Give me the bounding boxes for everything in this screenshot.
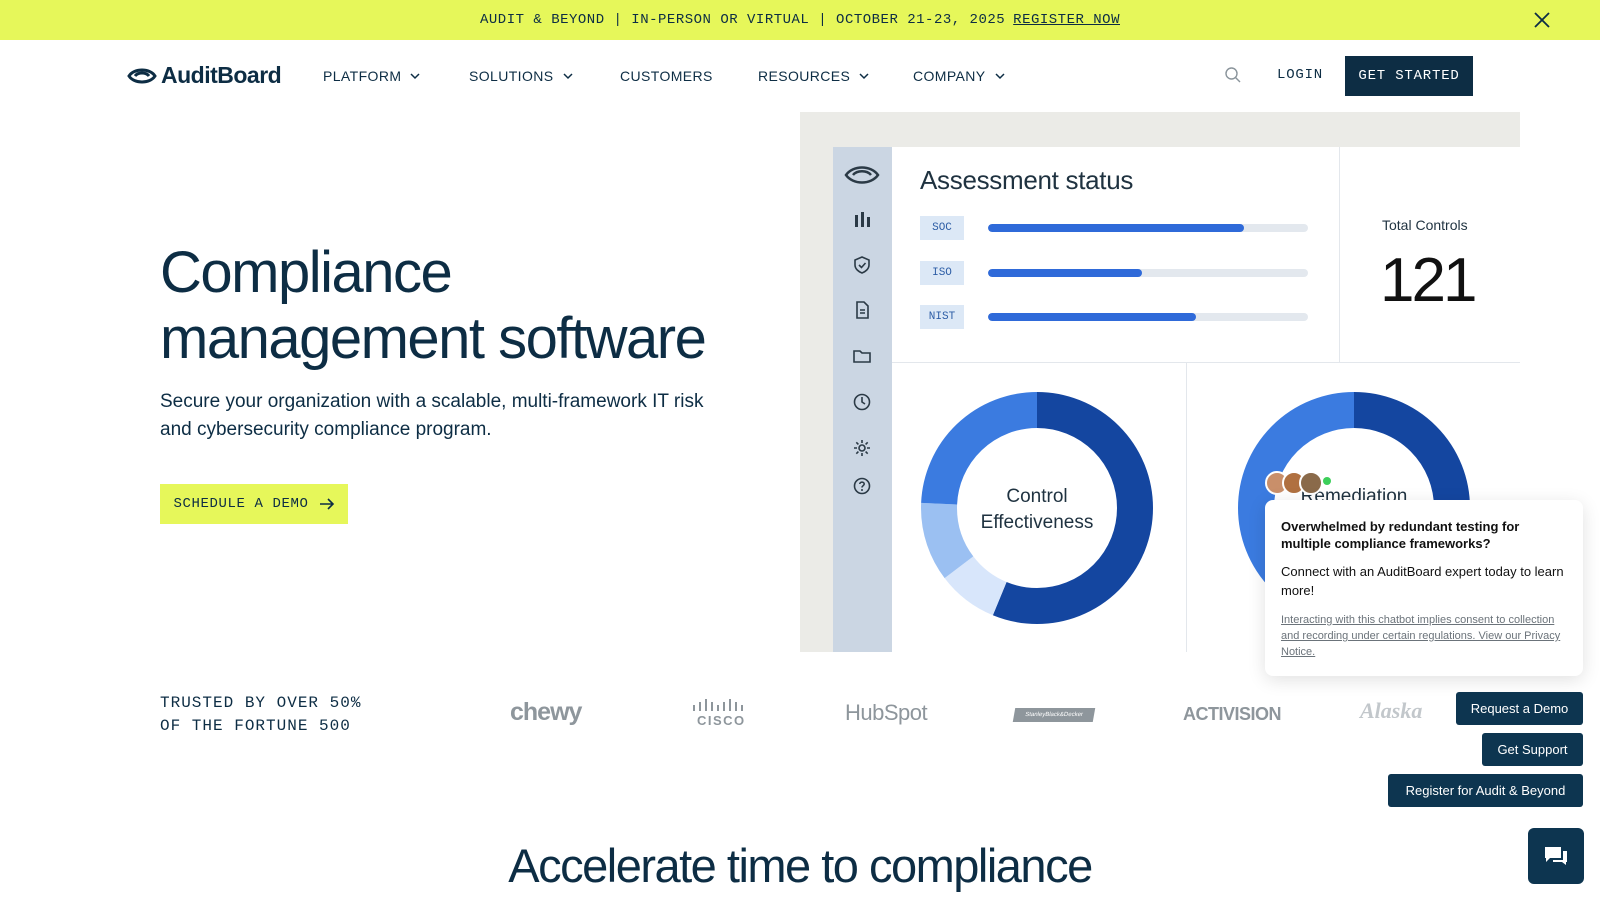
hero-title: Compliance management software (160, 240, 707, 372)
logo-stanley-black-decker: StanleyBlack&Decker (1012, 708, 1096, 722)
chat-answer: Connect with an AuditBoard expert today … (1281, 564, 1564, 598)
get-support-button[interactable]: Get Support (1482, 733, 1583, 766)
nav-solutions[interactable]: SOLUTIONS (469, 68, 574, 84)
nav-platform-label: PLATFORM (323, 68, 402, 84)
online-indicator (1323, 477, 1331, 485)
document-icon (856, 301, 869, 319)
logo-chewy: chewy (510, 698, 582, 726)
logo-cisco: CISCO (692, 698, 744, 730)
chat-question: Overwhelmed by redundant testing for mul… (1281, 519, 1520, 551)
chat-avatars (1265, 471, 1331, 497)
main-nav: AuditBoard PLATFORM SOLUTIONS CUSTOMERS … (0, 40, 1600, 112)
trusted-by-text: TRUSTED BY OVER 50% OF THE FORTUNE 500 (160, 692, 361, 738)
nav-company[interactable]: COMPANY (913, 68, 1006, 84)
bar-chart-icon (855, 212, 870, 227)
nav-customers-label: CUSTOMERS (620, 68, 713, 84)
banner-text: AUDIT & BEYOND | IN-PERSON OR VIRTUAL | … (479, 12, 1006, 28)
chevron-down-icon (562, 73, 573, 80)
progress-bar-nist (988, 313, 1308, 321)
logo-activision: ACTIVISION (1183, 704, 1282, 724)
progress-fill (988, 313, 1196, 321)
progress-bar-iso (988, 269, 1308, 277)
trusted-line2: OF THE FORTUNE 500 (160, 717, 351, 735)
schedule-demo-button[interactable]: SCHEDULE A DEMO (160, 484, 348, 524)
nav-company-label: COMPANY (913, 68, 986, 84)
logo-hubspot: HubSpot (845, 700, 928, 725)
section-heading: Accelerate time to compliance (508, 839, 1093, 892)
request-demo-button[interactable]: Request a Demo (1456, 692, 1583, 725)
divider (892, 362, 1520, 363)
framework-label-iso: ISO (920, 261, 964, 285)
control-effectiveness-label: Control Effectiveness (947, 484, 1127, 536)
nav-resources[interactable]: RESOURCES (758, 68, 870, 84)
nav-platform[interactable]: PLATFORM (323, 68, 421, 84)
announcement-banner: AUDIT & BEYOND | IN-PERSON OR VIRTUAL | … (0, 0, 1600, 40)
total-controls-label: Total Controls (1382, 217, 1468, 233)
help-icon (853, 477, 871, 495)
donut1-line1: Control (1006, 486, 1068, 507)
privacy-notice-link[interactable]: Interacting with this chatbot implies co… (1281, 612, 1567, 660)
logo-alaska: Alaska (1360, 698, 1423, 723)
schedule-demo-label: SCHEDULE A DEMO (173, 496, 309, 512)
cisco-text: CISCO (697, 713, 746, 728)
hero-subtitle: Secure your organization with a scalable… (160, 391, 704, 440)
progress-fill (988, 224, 1244, 232)
hero-title-line1: Compliance (160, 240, 453, 305)
total-controls-value: 121 (1380, 246, 1477, 315)
search-icon[interactable] (1224, 66, 1242, 84)
clock-icon (853, 393, 871, 411)
chat-popup[interactable]: Overwhelmed by redundant testing for mul… (1265, 500, 1583, 676)
logo-eye-icon (127, 68, 157, 83)
shield-check-icon (854, 256, 870, 274)
chevron-down-icon (995, 73, 1005, 80)
register-audit-beyond-button[interactable]: Register for Audit & Beyond (1388, 774, 1583, 807)
chevron-down-icon (410, 73, 420, 80)
progress-fill (988, 269, 1142, 277)
avatar (1299, 471, 1323, 495)
login-link[interactable]: LOGIN (1277, 67, 1323, 83)
logo-text: AuditBoard (161, 62, 282, 88)
auditboard-logo[interactable]: AuditBoard (127, 62, 282, 89)
nav-customers[interactable]: CUSTOMERS (620, 68, 713, 84)
framework-label-soc: SOC (920, 216, 964, 240)
get-started-button[interactable]: GET STARTED (1345, 56, 1473, 96)
trusted-line1: TRUSTED BY OVER 50% (160, 694, 362, 712)
hero-title-line2: management software (160, 306, 707, 371)
chat-launcher-button[interactable] (1528, 828, 1584, 884)
arrow-right-icon (319, 498, 334, 510)
dashboard-sidebar (833, 147, 892, 652)
register-now-link[interactable]: REGISTER NOW (1013, 12, 1120, 28)
folder-icon (853, 350, 871, 363)
progress-bar-soc (988, 224, 1308, 232)
chat-bubble-icon (1545, 847, 1567, 865)
cisco-bars-icon (693, 699, 743, 711)
assessment-status-title: Assessment status (920, 165, 1134, 195)
divider (1339, 147, 1340, 362)
gear-icon (854, 440, 870, 456)
nav-solutions-label: SOLUTIONS (469, 68, 554, 84)
logo-eye-icon (844, 166, 880, 184)
donut1-line2: Effectiveness (980, 512, 1094, 533)
nav-resources-label: RESOURCES (758, 68, 851, 84)
divider (1186, 362, 1187, 652)
close-icon[interactable] (1532, 10, 1552, 30)
framework-label-nist: NIST (920, 305, 964, 329)
chevron-down-icon (859, 73, 869, 80)
